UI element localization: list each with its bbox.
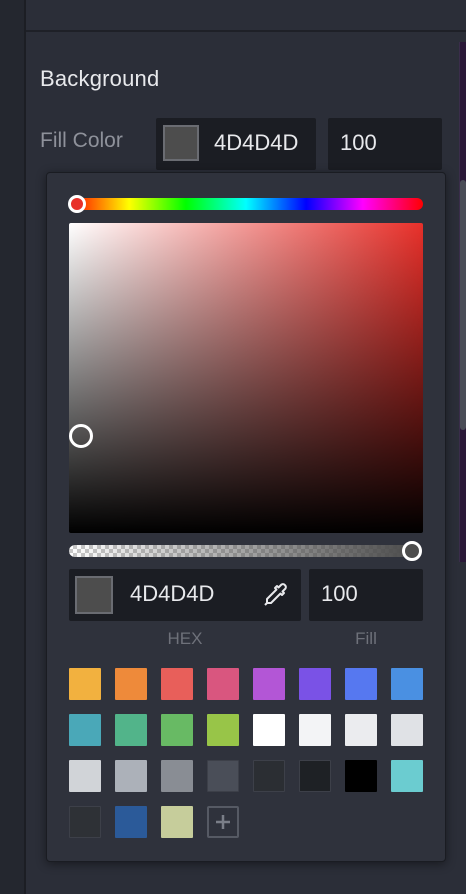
color-swatch[interactable] [345,760,377,792]
alpha-input-field[interactable]: 100 [309,569,423,621]
color-swatch[interactable] [115,806,147,838]
fill-label: Fill [355,629,377,648]
color-swatch[interactable] [345,714,377,746]
color-swatch[interactable] [161,714,193,746]
hue-slider[interactable] [69,198,423,210]
fill-opacity-field[interactable]: 100 [328,118,442,170]
hue-slider-thumb[interactable] [68,195,86,213]
color-swatch[interactable] [391,668,423,700]
plus-icon [216,815,230,829]
color-swatch[interactable] [253,668,285,700]
hex-label: HEX [167,629,203,648]
color-swatch[interactable] [69,806,101,838]
color-swatch[interactable] [207,714,239,746]
section-title: Background [40,66,160,91]
alpha-slider-thumb[interactable] [402,541,422,561]
color-swatch[interactable] [253,760,285,792]
top-bar [26,0,466,32]
saturation-value-thumb[interactable] [69,424,93,448]
color-swatch[interactable] [115,714,147,746]
color-swatch[interactable] [115,760,147,792]
color-swatch[interactable] [299,668,331,700]
color-swatch[interactable] [391,714,423,746]
fill-opacity-value[interactable]: 100 [340,130,377,156]
color-swatch[interactable] [207,668,239,700]
eyedropper-icon[interactable] [261,581,289,609]
fill-color-label: Fill Color [40,129,123,152]
color-swatch[interactable] [161,668,193,700]
color-swatch[interactable] [161,806,193,838]
left-panel-strip [0,0,24,894]
color-swatch[interactable] [391,760,423,792]
fill-hex-value[interactable]: 4D4D4D [214,130,298,156]
alpha-input-value[interactable]: 100 [321,581,358,607]
color-swatch[interactable] [115,668,147,700]
color-swatch[interactable] [207,760,239,792]
color-swatch[interactable] [69,760,101,792]
fill-color-swatch[interactable] [163,125,199,161]
hex-input-value[interactable]: 4D4D4D [130,581,214,607]
panel-divider [24,0,26,894]
current-color-swatch [75,576,113,614]
color-swatch[interactable] [299,714,331,746]
color-swatch[interactable] [161,760,193,792]
saturation-value-area[interactable] [69,223,423,533]
color-swatch[interactable] [69,714,101,746]
add-swatch-button[interactable] [207,806,239,838]
alpha-slider[interactable] [69,545,411,557]
color-swatch[interactable] [69,668,101,700]
color-swatch[interactable] [345,668,377,700]
color-picker-popover: 4D4D4D 100 HEX Fill [46,172,446,862]
color-swatch[interactable] [299,760,331,792]
hex-input-field[interactable]: 4D4D4D [69,569,301,621]
scrollbar[interactable] [460,180,466,430]
color-swatch[interactable] [253,714,285,746]
fill-color-field[interactable]: 4D4D4D [156,118,316,170]
